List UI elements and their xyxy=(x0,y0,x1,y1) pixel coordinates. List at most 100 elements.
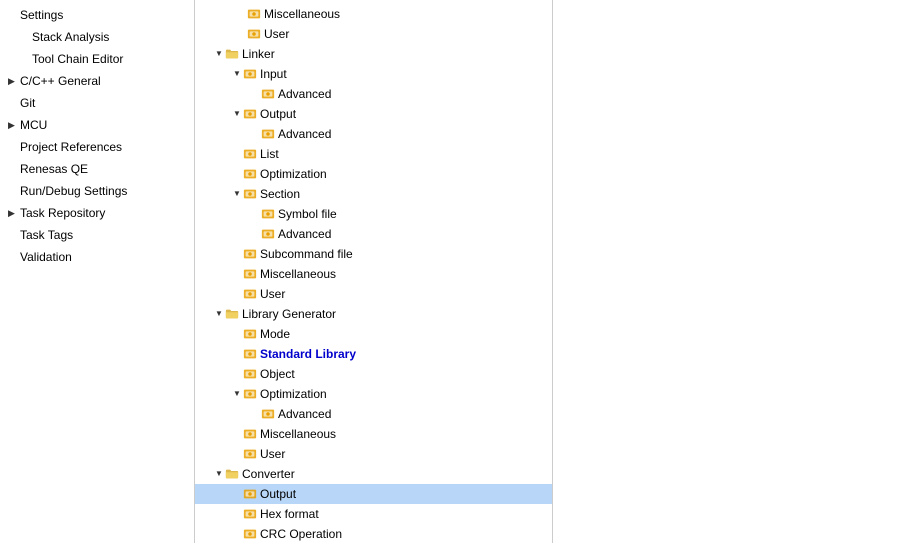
sidebar-item-run-debug[interactable]: Run/Debug Settings xyxy=(0,180,194,202)
tree-node-list[interactable]: List xyxy=(195,144,552,164)
gear-icon-misc-library xyxy=(243,427,257,441)
expand-arrow-task-repository: ▶ xyxy=(8,204,20,222)
tree-node-converter[interactable]: ▼ Converter xyxy=(195,464,552,484)
gear-icon-section-advanced xyxy=(261,227,275,241)
gear-icon-output xyxy=(243,107,257,121)
gear-icon-optimization-library-advanced xyxy=(261,407,275,421)
gear-icon-list xyxy=(243,147,257,161)
tree-node-input[interactable]: ▼ Input xyxy=(195,64,552,84)
tree-node-section[interactable]: ▼ Section xyxy=(195,184,552,204)
tree-node-linker[interactable]: ▼ Linker xyxy=(195,44,552,64)
tree-label-object: Object xyxy=(260,365,295,383)
tree-node-optimization-library-advanced[interactable]: Advanced xyxy=(195,404,552,424)
tree-node-user-linker[interactable]: User xyxy=(195,284,552,304)
tree-node-crc-operation[interactable]: CRC Operation xyxy=(195,524,552,543)
tree-label-standard-library: Standard Library xyxy=(260,345,356,363)
tree-label-optimization-linker: Optimization xyxy=(260,165,327,183)
gear-icon-misc-linker xyxy=(243,267,257,281)
sidebar-item-task-tags[interactable]: Task Tags xyxy=(0,224,194,246)
tree-node-miscellaneous-top[interactable]: Miscellaneous xyxy=(195,4,552,24)
gear-icon-output-advanced xyxy=(261,127,275,141)
tree-node-user-library[interactable]: User xyxy=(195,444,552,464)
folder-icon-linker xyxy=(225,47,239,61)
tree-node-optimization-library[interactable]: ▼ Optimization xyxy=(195,384,552,404)
gear-icon-user-linker xyxy=(243,287,257,301)
tree-label-list: List xyxy=(260,145,279,163)
gear-icon-input-advanced xyxy=(261,87,275,101)
expand-arrow-mcu: ▶ xyxy=(8,116,20,134)
gear-icon-standard-library xyxy=(243,347,257,361)
tree-node-conv-output[interactable]: Output xyxy=(195,484,552,504)
tree-node-input-advanced[interactable]: Advanced xyxy=(195,84,552,104)
sidebar-item-task-repository[interactable]: ▶ Task Repository xyxy=(0,202,194,224)
sidebar-item-settings[interactable]: Settings xyxy=(0,4,194,26)
tree-node-output[interactable]: ▼ Output xyxy=(195,104,552,124)
tree-node-object[interactable]: Object xyxy=(195,364,552,384)
sidebar-label-git: Git xyxy=(20,94,186,112)
expand-tri-optimization-library: ▼ xyxy=(231,385,243,403)
tree-label-user-library: User xyxy=(260,445,285,463)
tree-label-conv-output: Output xyxy=(260,485,296,503)
gear-icon-input xyxy=(243,67,257,81)
sidebar-label-tool-chain-editor: Tool Chain Editor xyxy=(32,50,186,68)
tree-node-subcommand-file[interactable]: Subcommand file xyxy=(195,244,552,264)
gear-icon-mode xyxy=(243,327,257,341)
folder-icon-converter xyxy=(225,467,239,481)
tree-node-output-advanced[interactable]: Advanced xyxy=(195,124,552,144)
tree-label-misc-linker: Miscellaneous xyxy=(260,265,336,283)
tree-node-hex-format[interactable]: Hex format xyxy=(195,504,552,524)
tree-node-library-generator[interactable]: ▼ Library Generator xyxy=(195,304,552,324)
expand-tri-library-generator: ▼ xyxy=(213,305,225,323)
tree-label-output-advanced: Advanced xyxy=(278,125,331,143)
gear-icon-optimization-library xyxy=(243,387,257,401)
expand-tri-input: ▼ xyxy=(231,65,243,83)
sidebar-item-mcu[interactable]: ▶ MCU xyxy=(0,114,194,136)
tree-node-user-top[interactable]: User xyxy=(195,24,552,44)
right-panel xyxy=(553,0,910,543)
sidebar-item-git[interactable]: Git xyxy=(0,92,194,114)
expand-tri-linker: ▼ xyxy=(213,45,225,63)
tree-label-optimization-library: Optimization xyxy=(260,385,327,403)
tree-node-section-advanced[interactable]: Advanced xyxy=(195,224,552,244)
tree-label-symbol-file: Symbol file xyxy=(278,205,337,223)
sidebar-item-renesas-qe[interactable]: Renesas QE xyxy=(0,158,194,180)
tree-label-converter: Converter xyxy=(242,465,295,483)
sidebar-item-stack-analysis[interactable]: Stack Analysis xyxy=(0,26,194,48)
folder-icon-library-generator xyxy=(225,307,239,321)
gear-icon-symbol-file xyxy=(261,207,275,221)
gear-icon-hex-format xyxy=(243,507,257,521)
tree-label-library-generator: Library Generator xyxy=(242,305,336,323)
sidebar-label-stack-analysis: Stack Analysis xyxy=(32,28,186,46)
tree-label-section: Section xyxy=(260,185,300,203)
sidebar-label-task-repository: Task Repository xyxy=(20,204,186,222)
sidebar-item-project-references[interactable]: Project References xyxy=(0,136,194,158)
sidebar-item-tool-chain-editor[interactable]: Tool Chain Editor xyxy=(0,48,194,70)
tree-node-miscellaneous-linker[interactable]: Miscellaneous xyxy=(195,264,552,284)
sidebar-item-validation[interactable]: Validation xyxy=(0,246,194,268)
sidebar-label-settings: Settings xyxy=(20,6,186,24)
tree-label-subcommand-file: Subcommand file xyxy=(260,245,353,263)
gear-icon-subcommand-file xyxy=(243,247,257,261)
tree-node-optimization-linker[interactable]: Optimization xyxy=(195,164,552,184)
tree-node-standard-library[interactable]: Standard Library xyxy=(195,344,552,364)
tree-label-mode: Mode xyxy=(260,325,290,343)
sidebar-label-task-tags: Task Tags xyxy=(20,226,186,244)
tree-label-user-linker: User xyxy=(260,285,285,303)
sidebar-label-project-references: Project References xyxy=(20,138,186,156)
sidebar-label-validation: Validation xyxy=(20,248,186,266)
gear-icon-conv-output xyxy=(243,487,257,501)
expand-tri-converter: ▼ xyxy=(213,465,225,483)
gear-icon-optimization-linker xyxy=(243,167,257,181)
main-tree: .gear-icon-svg { display: inline-block; … xyxy=(195,0,553,543)
tree-node-symbol-file[interactable]: Symbol file xyxy=(195,204,552,224)
tree-label-optimization-library-advanced: Advanced xyxy=(278,405,331,423)
gear-icon-user-top xyxy=(247,27,261,41)
tree-label-input: Input xyxy=(260,65,287,83)
tree-label-section-advanced: Advanced xyxy=(278,225,331,243)
tree-node-misc-library[interactable]: Miscellaneous xyxy=(195,424,552,444)
sidebar-item-cpp-general[interactable]: ▶ C/C++ General xyxy=(0,70,194,92)
expand-arrow-cpp-general: ▶ xyxy=(8,72,20,90)
tree-label-input-advanced: Advanced xyxy=(278,85,331,103)
sidebar-label-renesas-qe: Renesas QE xyxy=(20,160,186,178)
tree-node-mode[interactable]: Mode xyxy=(195,324,552,344)
